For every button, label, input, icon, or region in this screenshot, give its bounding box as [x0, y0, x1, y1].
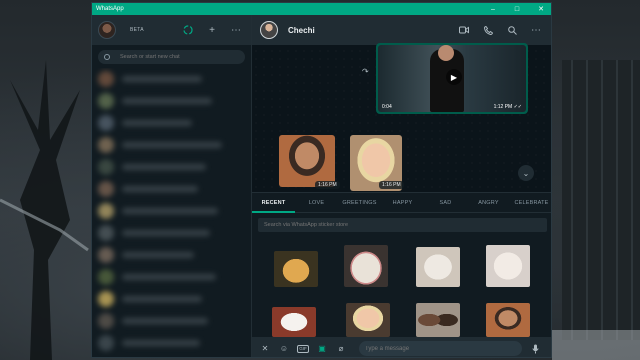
- sticker-search-bar[interactable]: [258, 218, 547, 232]
- whatsapp-window: WhatsApp – □ ✕ BETA + ⋯ Search or start …: [91, 2, 552, 358]
- attach-icon[interactable]: ⌀: [334, 342, 348, 356]
- tree-wallpaper: [0, 60, 89, 360]
- chat-search-bar[interactable]: [98, 50, 245, 64]
- tab-celebrate[interactable]: CELEBRATE: [510, 193, 551, 213]
- house-wallpaper: [552, 60, 640, 360]
- message-composer: ✕ ☺ GIF ▣ ⌀: [252, 337, 551, 357]
- list-item[interactable]: [98, 288, 245, 310]
- sticker-panel: RECENT LOVE GREETINGS HAPPY SAD ANGRY CE…: [252, 192, 551, 357]
- sticker-grid: [252, 241, 551, 337]
- list-item[interactable]: [98, 134, 245, 156]
- phone-icon[interactable]: [479, 23, 497, 37]
- read-receipt-icon: ✓✓: [513, 104, 522, 110]
- gif-icon[interactable]: GIF: [296, 342, 310, 356]
- tab-recent[interactable]: RECENT: [252, 193, 295, 213]
- list-item[interactable]: [98, 266, 245, 288]
- video-call-icon[interactable]: [455, 23, 473, 37]
- list-item[interactable]: [98, 178, 245, 200]
- list-item[interactable]: [98, 310, 245, 332]
- chat-list: [92, 68, 251, 357]
- list-item[interactable]: [98, 156, 245, 178]
- play-icon[interactable]: ▶: [446, 69, 462, 85]
- tab-sad[interactable]: SAD: [424, 193, 467, 213]
- menu-icon[interactable]: ⋯: [527, 23, 545, 37]
- sticker-message-man[interactable]: [279, 135, 335, 187]
- new-chat-icon[interactable]: +: [203, 23, 221, 37]
- tab-happy[interactable]: HAPPY: [381, 193, 424, 213]
- list-item[interactable]: [98, 332, 245, 354]
- maximize-button[interactable]: □: [505, 3, 529, 15]
- contact-avatar[interactable]: [260, 21, 278, 39]
- window-title: WhatsApp: [96, 6, 124, 12]
- sticker-item[interactable]: [274, 251, 318, 287]
- search-icon: [104, 54, 110, 60]
- sticker-item[interactable]: [486, 245, 530, 287]
- profile-avatar[interactable]: [98, 21, 116, 39]
- chat-list-pane: BETA + ⋯: [92, 15, 252, 357]
- message-time-text: 1:12 PM: [493, 104, 513, 110]
- message-box[interactable]: [359, 341, 522, 356]
- conversation-pane: Chechi ⋯ ↷ ▶ 0:04 1:12 PM ✓✓ 1:16 PM 1:1…: [252, 15, 551, 357]
- message-input[interactable]: [365, 345, 505, 352]
- menu-icon[interactable]: ⋯: [227, 23, 245, 37]
- close-icon[interactable]: ✕: [258, 342, 272, 356]
- emoji-icon[interactable]: ☺: [277, 342, 291, 356]
- message-time: 1:12 PM ✓✓: [494, 104, 522, 110]
- list-item[interactable]: [98, 200, 245, 222]
- sticker-search-input[interactable]: [264, 222, 484, 228]
- sticker-time: 1:16 PM: [315, 181, 340, 189]
- sticker-time: 1:16 PM: [379, 181, 404, 189]
- search-icon[interactable]: [503, 23, 521, 37]
- sticker-item[interactable]: [272, 307, 316, 337]
- video-message[interactable]: ▶ 0:04 1:12 PM ✓✓: [376, 43, 528, 114]
- video-person-head: [438, 45, 454, 61]
- sticker-item[interactable]: [344, 245, 388, 287]
- close-button[interactable]: ✕: [529, 3, 551, 15]
- minimize-button[interactable]: –: [481, 3, 505, 15]
- sticker-item[interactable]: [416, 247, 460, 287]
- chat-search-input[interactable]: [120, 54, 240, 60]
- microphone-icon[interactable]: [528, 342, 542, 356]
- status-icon[interactable]: [179, 23, 197, 37]
- list-item[interactable]: [98, 90, 245, 112]
- list-item[interactable]: [98, 244, 245, 266]
- tab-angry[interactable]: ANGRY: [467, 193, 510, 213]
- gif-label: GIF: [297, 344, 309, 353]
- list-item[interactable]: [98, 222, 245, 244]
- scroll-down-button[interactable]: ⌄: [518, 165, 534, 181]
- beta-badge: BETA: [130, 27, 144, 33]
- video-thumbnail[interactable]: ▶ 0:04 1:12 PM ✓✓: [378, 45, 526, 112]
- tab-greetings[interactable]: GREETINGS: [338, 193, 381, 213]
- sticker-item[interactable]: [416, 303, 460, 337]
- left-header: BETA + ⋯: [92, 15, 251, 45]
- title-bar[interactable]: WhatsApp – □ ✕: [92, 3, 551, 15]
- forward-icon[interactable]: ↷: [362, 67, 369, 76]
- sticker-icon[interactable]: ▣: [315, 342, 329, 356]
- sticker-item[interactable]: [486, 303, 530, 337]
- sticker-item[interactable]: [346, 303, 390, 337]
- video-duration: 0:04: [382, 104, 392, 110]
- conversation-header[interactable]: Chechi ⋯: [252, 15, 551, 45]
- list-item[interactable]: [98, 68, 245, 90]
- list-item[interactable]: [98, 112, 245, 134]
- sticker-tabs: RECENT LOVE GREETINGS HAPPY SAD ANGRY CE…: [252, 193, 551, 213]
- tab-love[interactable]: LOVE: [295, 193, 338, 213]
- contact-name[interactable]: Chechi: [288, 26, 449, 35]
